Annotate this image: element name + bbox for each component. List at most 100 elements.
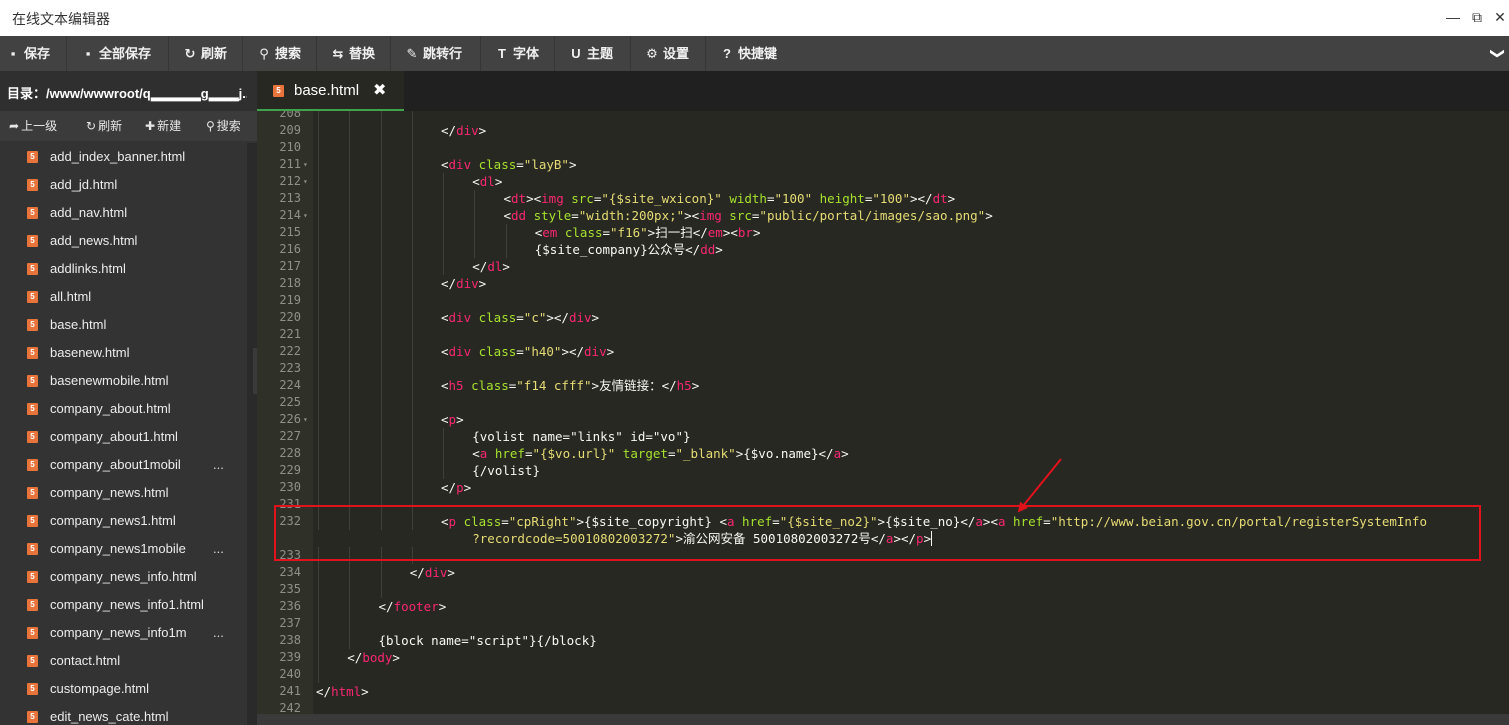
toolbar-gear-button[interactable]: ⚙ 设置: [645, 36, 689, 71]
code-editor[interactable]: 208 209 </div> 210 211 ▾ <div class="layB"> 212…: [257, 111, 1509, 725]
code-token: <: [472, 446, 480, 461]
toolbar-replace-button[interactable]: ⇆ 替换: [331, 36, 375, 71]
close-icon[interactable]: ✕: [1491, 8, 1509, 26]
code-line[interactable]: 240: [257, 666, 1509, 683]
file-list-item[interactable]: 5 company_about1.html: [0, 423, 247, 451]
code-line[interactable]: 218 </div>: [257, 275, 1509, 292]
sidebar-plus-button[interactable]: ✚ 新建: [145, 111, 181, 141]
toolbar-refresh-button[interactable]: ↻ 刷新: [183, 36, 227, 71]
code-line[interactable]: 217 </dl>: [257, 258, 1509, 275]
file-list-item[interactable]: 5 company_news1mobile...: [0, 535, 247, 563]
code-line[interactable]: 208: [257, 111, 1509, 122]
code-token: </: [441, 123, 457, 138]
file-list-item[interactable]: 5 company_news.html: [0, 479, 247, 507]
indent-guide: [349, 394, 351, 411]
code-line[interactable]: 237: [257, 615, 1509, 632]
code-line[interactable]: 209 </div>: [257, 122, 1509, 139]
file-list-item[interactable]: 5 basenewmobile.html: [0, 367, 247, 395]
file-list-item[interactable]: 5 add_nav.html: [0, 199, 247, 227]
sidebar-search-button[interactable]: ⚲ 搜索: [206, 111, 241, 141]
file-list-item[interactable]: 5 company_news_info1.html: [0, 591, 247, 619]
code-line[interactable]: 241 </html>: [257, 683, 1509, 700]
code-line[interactable]: 230 </p>: [257, 479, 1509, 496]
code-token: >{$vo.name}</: [735, 446, 834, 461]
fold-toggle-icon[interactable]: ▾: [303, 173, 308, 190]
file-list-item[interactable]: 5 custompage.html: [0, 675, 247, 703]
code-line[interactable]: 222 <div class="h40"></div>: [257, 343, 1509, 360]
code-line[interactable]: 211 ▾ <div class="layB">: [257, 156, 1509, 173]
fold-toggle-icon[interactable]: ▾: [303, 156, 308, 173]
toolbar-pin-button[interactable]: ✎ 跳转行: [405, 36, 462, 71]
indent-guide: [380, 581, 382, 598]
code-line[interactable]: 224 <h5 class="f14 cfff">友情链接：</h5>: [257, 377, 1509, 394]
file-list-item[interactable]: 5 company_news_info1m...: [0, 619, 247, 647]
file-list-item[interactable]: 5 addlinks.html: [0, 255, 247, 283]
pin-icon: ✎: [406, 46, 418, 61]
code-token: </: [409, 565, 425, 580]
code-line[interactable]: 213 <dt><img src="{$site_wxicon}" width="…: [257, 190, 1509, 207]
code-line[interactable]: 214 ▾ <dd style="width:200px;"><img src="p…: [257, 207, 1509, 224]
toolbar-save-all-button[interactable]: ▪ 全部保存: [81, 36, 151, 71]
code-line[interactable]: 215 <em class="f16">扫一扫</em><br>: [257, 224, 1509, 241]
file-list-item[interactable]: 5 all.html: [0, 283, 247, 311]
toolbar-divider: [480, 36, 481, 71]
file-list-item[interactable]: 5 company_about.html: [0, 395, 247, 423]
code-line[interactable]: 223: [257, 360, 1509, 377]
code-line[interactable]: 228 <a href="{$vo.url}" target="_blank">{…: [257, 445, 1509, 462]
code-line[interactable]: 229 {/volist}: [257, 462, 1509, 479]
fold-toggle-icon[interactable]: ▾: [303, 411, 308, 428]
html5-icon: 5: [27, 599, 38, 611]
code-token: >: [478, 276, 487, 291]
code-line[interactable]: 235: [257, 581, 1509, 598]
code-line[interactable]: 234 </div>: [257, 564, 1509, 581]
file-list-item[interactable]: 5 edit_news_cate.html: [0, 703, 247, 725]
file-list-item[interactable]: 5 add_jd.html: [0, 171, 247, 199]
code-line[interactable]: 220 <div class="c"></div>: [257, 309, 1509, 326]
file-list-item[interactable]: 5 base.html: [0, 311, 247, 339]
indent-guide: [380, 428, 382, 445]
chevron-down-icon[interactable]: ❯: [1481, 43, 1509, 65]
code-line[interactable]: 219: [257, 292, 1509, 309]
code-line[interactable]: 210: [257, 139, 1509, 156]
file-list-item[interactable]: 5 add_news.html: [0, 227, 247, 255]
file-list-item[interactable]: 5 contact.html: [0, 647, 247, 675]
toolbar-theme-button[interactable]: U 主题: [569, 36, 613, 71]
toolbar-search-button[interactable]: ⚲ 搜索: [257, 36, 301, 71]
code-line[interactable]: 236 </footer>: [257, 598, 1509, 615]
file-name: custompage.html: [50, 681, 149, 696]
code-line[interactable]: 227 {volist name="links" id="vo"}: [257, 428, 1509, 445]
indent-guide: [411, 411, 413, 428]
code-line[interactable]: 239 </body>: [257, 649, 1509, 666]
file-list-item[interactable]: 5 add_index_banner.html: [0, 143, 247, 171]
file-list-item[interactable]: 5 company_about1mobil...: [0, 451, 247, 479]
sidebar-scrollbar[interactable]: [247, 143, 257, 725]
toolbar-help-button[interactable]: ? 快捷键: [720, 36, 777, 71]
file-list-item[interactable]: 5 company_news_info.html: [0, 563, 247, 591]
tab-close-icon[interactable]: ✖: [373, 80, 386, 100]
code-line[interactable]: 221: [257, 326, 1509, 343]
indent-guide: [380, 445, 382, 462]
indent-guide: [443, 224, 444, 241]
line-number: 240: [279, 667, 301, 681]
tab-base-html[interactable]: 5 base.html ✖: [257, 71, 404, 111]
minimize-icon[interactable]: —: [1444, 8, 1462, 26]
toolbar-button-label: 设置: [663, 46, 690, 61]
maximize-icon[interactable]: ⧉: [1468, 8, 1486, 26]
file-list-item[interactable]: 5 company_news1.html: [0, 507, 247, 535]
code-line[interactable]: 226 ▾ <p>: [257, 411, 1509, 428]
code-token: =: [667, 446, 676, 461]
code-line[interactable]: 212 ▾ <dl>: [257, 173, 1509, 190]
fold-toggle-icon[interactable]: ▾: [303, 207, 308, 224]
sidebar-refresh-button[interactable]: ↻ 刷新: [86, 111, 122, 141]
code-text: <div class="c"></div>: [441, 309, 599, 326]
code-line[interactable]: 225: [257, 394, 1509, 411]
indent-guide: [380, 326, 382, 343]
toolbar-font-button[interactable]: T 字体: [495, 36, 539, 71]
indent-guide: [474, 190, 476, 207]
editor-horizontal-scrollbar[interactable]: [257, 714, 1509, 725]
sidebar-up-level-button[interactable]: ➦ 上一级: [9, 111, 57, 141]
file-list-item[interactable]: 5 basenew.html: [0, 339, 247, 367]
code-line[interactable]: 216 {$site_company}公众号</dd>: [257, 241, 1509, 258]
toolbar-save-button[interactable]: ▪ 保存: [6, 36, 50, 71]
code-line[interactable]: 238 {block name="script"}{/block}: [257, 632, 1509, 649]
